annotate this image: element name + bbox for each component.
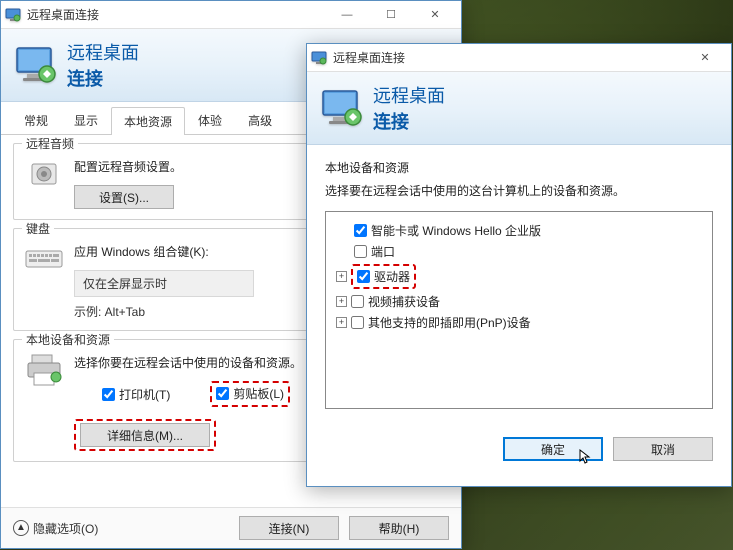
legend-local-devices: 本地设备和资源: [22, 331, 114, 348]
chevron-up-icon: ▲: [13, 520, 29, 536]
connect-button[interactable]: 连接(N): [239, 516, 339, 540]
app-icon: [311, 50, 327, 66]
legend-remote-audio: 远程音频: [22, 135, 78, 152]
sub-section-title: 本地设备和资源: [325, 159, 713, 176]
expand-video[interactable]: +: [336, 296, 347, 307]
hide-options-toggle[interactable]: ▲ 隐藏选项(O): [13, 520, 239, 537]
tree-item-ports[interactable]: 端口: [336, 241, 702, 262]
clipboard-checkbox[interactable]: 剪贴板(L): [216, 385, 284, 402]
clipboard-label: 剪贴板(L): [233, 385, 284, 402]
tree-item-drives-row: + 驱动器: [336, 262, 702, 291]
printer-checkbox[interactable]: 打印机(T): [102, 381, 170, 407]
sub-window-controls: ✕: [683, 44, 727, 72]
expand-pnp[interactable]: +: [336, 317, 347, 328]
drives-checkbox[interactable]: [357, 270, 370, 283]
header-monitor-icon: [321, 87, 363, 129]
sub-body: 本地设备和资源 选择要在远程会话中使用的这台计算机上的设备和资源。 智能卡或 W…: [307, 145, 731, 423]
maximize-button[interactable]: ☐: [369, 1, 413, 29]
tab-experience[interactable]: 体验: [185, 106, 235, 134]
app-icon: [5, 7, 21, 23]
sub-header-subtitle: 连接: [373, 108, 445, 134]
main-titlebar[interactable]: 远程桌面连接 — ☐ ✕: [1, 1, 461, 29]
item-label: 视频捕获设备: [368, 293, 440, 310]
header-subtitle: 连接: [67, 65, 139, 91]
sub-titlebar[interactable]: 远程桌面连接 ✕: [307, 44, 731, 72]
tree-item-pnp[interactable]: + 其他支持的即插即用(PnP)设备: [336, 312, 702, 333]
highlight-drives: 驱动器: [351, 264, 416, 289]
devices-tree[interactable]: 智能卡或 Windows Hello 企业版 端口 + 驱动器 +视频捕获设备 …: [325, 211, 713, 409]
sub-header: 远程桌面 连接: [307, 72, 731, 145]
printer-icon: [24, 350, 64, 390]
help-button[interactable]: 帮助(H): [349, 516, 449, 540]
main-title: 远程桌面连接: [27, 6, 325, 23]
printer-label: 打印机(T): [119, 386, 170, 403]
ok-button[interactable]: 确定: [503, 437, 603, 461]
sub-button-row: 确定 取消: [307, 423, 731, 475]
main-footer: ▲ 隐藏选项(O) 连接(N) 帮助(H): [1, 507, 461, 548]
tree-item-video[interactable]: + 视频捕获设备: [336, 291, 702, 312]
highlight-more-button: 详细信息(M)...: [74, 419, 216, 451]
main-window-controls: — ☐ ✕: [325, 1, 457, 29]
highlight-clipboard: 剪贴板(L): [210, 381, 290, 407]
sub-header-titles: 远程桌面 连接: [373, 82, 445, 134]
sub-title: 远程桌面连接: [333, 49, 683, 66]
keyboard-combo-select[interactable]: 仅在全屏显示时: [74, 270, 254, 297]
sub-section-desc: 选择要在远程会话中使用的这台计算机上的设备和资源。: [325, 182, 713, 199]
tab-local-resources[interactable]: 本地资源: [111, 107, 185, 135]
hide-options-label: 隐藏选项(O): [33, 520, 98, 537]
keyboard-icon: [24, 239, 64, 279]
close-button[interactable]: ✕: [413, 1, 457, 29]
cancel-button[interactable]: 取消: [613, 437, 713, 461]
sub-header-title: 远程桌面: [373, 82, 445, 108]
tab-display[interactable]: 显示: [61, 106, 111, 134]
item-label: 其他支持的即插即用(PnP)设备: [368, 314, 531, 331]
sub-close-button[interactable]: ✕: [683, 44, 727, 72]
speaker-icon: [24, 154, 64, 194]
rdc-local-resources-dialog: 远程桌面连接 ✕ 远程桌面 连接 本地设备和资源 选择要在远程会话中使用的这台计…: [306, 43, 732, 487]
tree-item-smartcard[interactable]: 智能卡或 Windows Hello 企业版: [336, 220, 702, 241]
item-label: 智能卡或 Windows Hello 企业版: [371, 222, 541, 239]
tab-advanced[interactable]: 高级: [235, 106, 285, 134]
more-details-button[interactable]: 详细信息(M)...: [80, 423, 210, 447]
item-label: 驱动器: [374, 268, 410, 285]
tab-general[interactable]: 常规: [11, 106, 61, 134]
legend-keyboard: 键盘: [22, 220, 54, 237]
minimize-button[interactable]: —: [325, 1, 369, 29]
cursor-icon: [579, 449, 595, 465]
audio-settings-button[interactable]: 设置(S)...: [74, 185, 174, 209]
header-title: 远程桌面: [67, 39, 139, 65]
header-titles: 远程桌面 连接: [67, 39, 139, 91]
item-label: 端口: [371, 243, 395, 260]
header-monitor-icon: [15, 44, 57, 86]
expand-drives[interactable]: +: [336, 271, 347, 282]
